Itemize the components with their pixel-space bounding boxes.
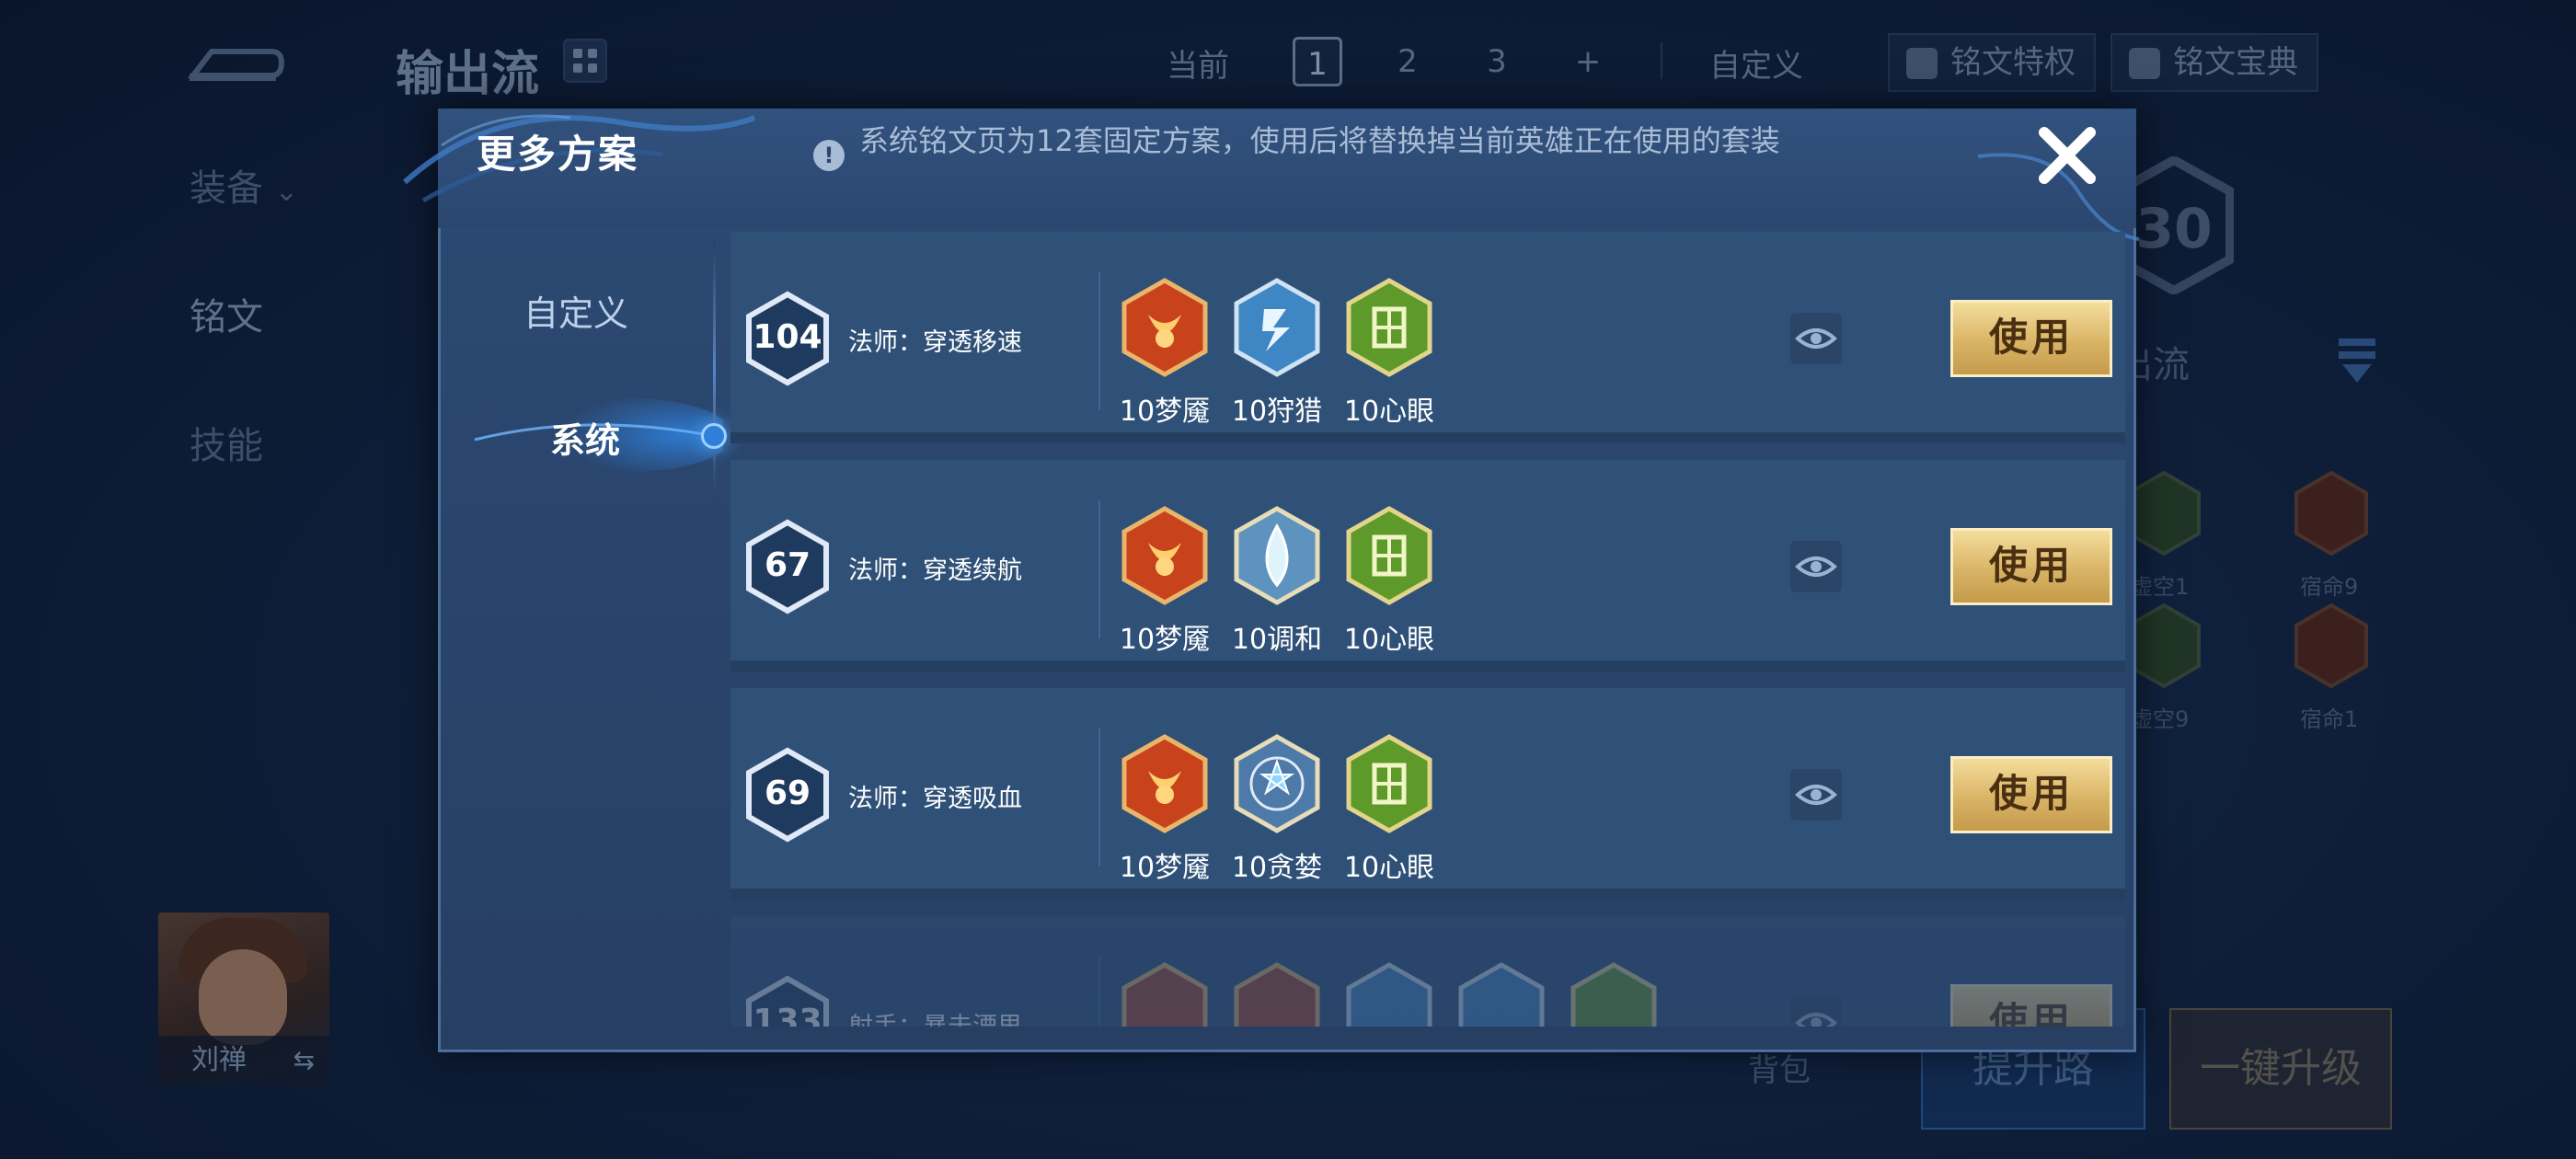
level-hexagon bbox=[746, 519, 829, 614]
plan-card: 67 法师：穿透续航 10梦魇 10调和 10心眼 使用 bbox=[730, 460, 2125, 671]
plan-card: 104 法师：穿透移速 10梦魇 10狩猎 10心眼 使用 bbox=[730, 232, 2125, 443]
tab-custom[interactable]: 自定义 bbox=[438, 285, 714, 336]
close-icon[interactable] bbox=[2035, 123, 2099, 188]
rune-label: 10心眼 bbox=[1343, 396, 1435, 428]
green-eye-rune-icon[interactable] bbox=[1345, 278, 1433, 377]
green-eye-rune-icon[interactable] bbox=[1345, 734, 1433, 833]
red-rune-icon[interactable] bbox=[1121, 962, 1209, 1027]
plan-name: 法师：穿透吸血 bbox=[848, 785, 1022, 813]
rune-label: 10调和 bbox=[1231, 624, 1323, 656]
use-button[interactable]: 使用 bbox=[1950, 984, 2112, 1027]
plan-card: 133 射手：暴击湮里 使用 bbox=[730, 916, 2125, 1027]
use-button[interactable]: 使用 bbox=[1950, 300, 2112, 377]
rune-label: 10贪婪 bbox=[1231, 852, 1323, 884]
level-hexagon bbox=[746, 747, 829, 843]
red-mask-rune-icon[interactable] bbox=[1121, 734, 1209, 833]
eye-preview-icon[interactable] bbox=[1790, 997, 1842, 1027]
tab-system[interactable]: 系统 bbox=[447, 412, 723, 463]
use-button[interactable]: 使用 bbox=[1950, 528, 2112, 605]
blue-lightning-rune-icon[interactable] bbox=[1233, 278, 1321, 377]
plan-name: 法师：穿透续航 bbox=[848, 557, 1022, 585]
plan-name: 法师：穿透移速 bbox=[848, 328, 1022, 357]
blue-rune-icon[interactable] bbox=[1457, 962, 1546, 1027]
info-icon: ! bbox=[813, 140, 845, 171]
rune-label: 10梦魇 bbox=[1119, 396, 1211, 428]
eye-preview-icon[interactable] bbox=[1790, 313, 1842, 364]
plan-card: 69 法师：穿透吸血 10梦魇 10贪婪 10心眼 使用 bbox=[730, 688, 2125, 900]
blue-rune-icon[interactable] bbox=[1345, 962, 1433, 1027]
nav-divider bbox=[713, 241, 716, 499]
modal-side-nav: 自定义 bbox=[438, 228, 714, 1052]
info-text: 系统铭文页为12套固定方案，使用后将替换掉当前英雄正在使用的套装 bbox=[859, 123, 1780, 158]
red-mask-rune-icon[interactable] bbox=[1121, 278, 1209, 377]
eye-preview-icon[interactable] bbox=[1790, 769, 1842, 820]
rune-label: 10梦魇 bbox=[1119, 852, 1211, 884]
rune-label: 10心眼 bbox=[1343, 852, 1435, 884]
plan-name: 射手：暴击湮里 bbox=[848, 1006, 1022, 1027]
red-rune-icon[interactable] bbox=[1233, 962, 1321, 1027]
rune-label: 10狩猎 bbox=[1231, 396, 1323, 428]
modal-title: 更多方案 bbox=[477, 132, 639, 177]
level-hexagon bbox=[746, 975, 829, 1027]
use-button[interactable]: 使用 bbox=[1950, 756, 2112, 833]
plan-list[interactable]: 104 法师：穿透移速 10梦魇 10狩猎 10心眼 使用 67 法师：穿透续航… bbox=[730, 232, 2127, 1027]
level-hexagon bbox=[746, 291, 829, 386]
rune-label: 10心眼 bbox=[1343, 624, 1435, 656]
selected-indicator bbox=[701, 423, 727, 449]
green-eye-rune-icon[interactable] bbox=[1345, 506, 1433, 605]
red-mask-rune-icon[interactable] bbox=[1121, 506, 1209, 605]
green-rune-icon[interactable] bbox=[1570, 962, 1658, 1027]
divider bbox=[1098, 957, 1100, 1027]
blue-drop-rune-icon[interactable] bbox=[1233, 506, 1321, 605]
eye-preview-icon[interactable] bbox=[1790, 541, 1842, 592]
blue-star-rune-icon[interactable] bbox=[1233, 734, 1321, 833]
rune-label: 10梦魇 bbox=[1119, 624, 1211, 656]
